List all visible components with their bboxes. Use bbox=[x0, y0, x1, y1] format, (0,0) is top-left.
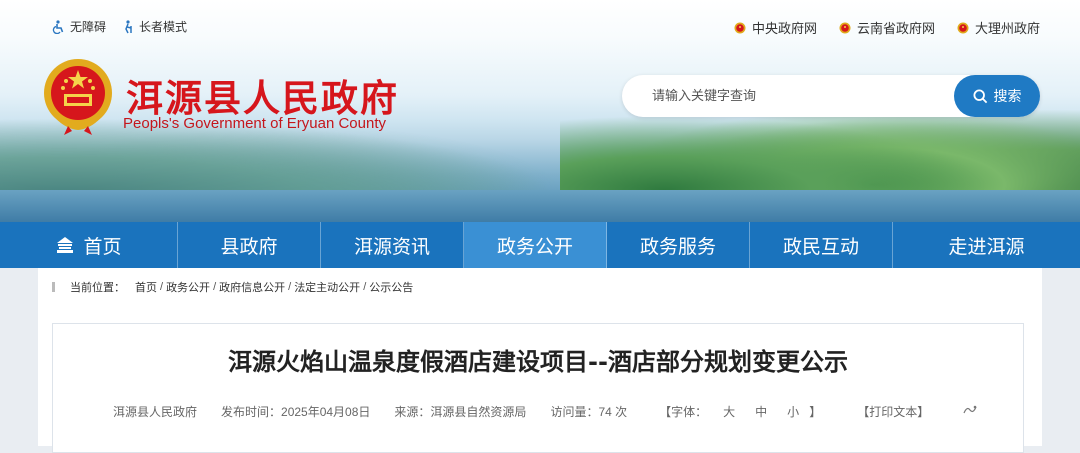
elder-mode-label: 长者模式 bbox=[139, 20, 188, 34]
breadcrumb: 当前位置： 首页 / 政务公开 / 政府信息公开 / 法定主动公开 / 公示公告 bbox=[38, 268, 1042, 306]
nav-item-label: 县政府 bbox=[220, 235, 278, 258]
gov-link-label: 云南省政府网 bbox=[856, 21, 935, 36]
site-header: 无障碍 长者模式 中央政府网 云南省政府网 大理州政府 洱源县人民政府 Peop… bbox=[0, 0, 1080, 222]
breadcrumb-separator: / bbox=[213, 281, 217, 293]
content-area: 洱源火焰山温泉度假酒店建设项目--酒店部分规划变更公示 洱源县人民政府 发布时间… bbox=[38, 306, 1042, 453]
article-title: 洱源火焰山温泉度假酒店建设项目--酒店部分规划变更公示 bbox=[228, 348, 848, 376]
elder-mode-link[interactable]: 长者模式 bbox=[122, 18, 187, 35]
breadcrumb-separator: / bbox=[288, 281, 292, 293]
nav-item-about-eryuan[interactable]: 走进洱源 bbox=[893, 222, 1080, 268]
article-meta: 洱源县人民政府 发布时间：2025年04月08日 来源：洱源县自然资源局 访问量… bbox=[113, 403, 977, 420]
emblem-icon bbox=[957, 22, 969, 33]
article-views: 访问量：74 次 bbox=[550, 405, 628, 419]
gov-link-label: 大理州政府 bbox=[974, 21, 1040, 36]
font-size-label: 【字体： bbox=[659, 405, 708, 419]
nav-item-label: 走进洱源 bbox=[948, 235, 1025, 258]
gov-link-dali[interactable]: 大理州政府 bbox=[957, 18, 1040, 37]
breadcrumb-label: 当前位置： bbox=[70, 282, 125, 294]
breadcrumb-item-home[interactable]: 首页 bbox=[135, 279, 157, 295]
nav-item-label: 政务公开 bbox=[496, 235, 573, 258]
home-icon bbox=[57, 237, 74, 253]
font-size-medium-button[interactable]: 中 bbox=[755, 403, 767, 420]
site-title[interactable]: 洱源县人民政府 bbox=[126, 68, 399, 122]
nav-item-eryuan-news[interactable]: 洱源资讯 bbox=[321, 222, 464, 268]
background-lake bbox=[0, 190, 1080, 222]
search-input[interactable] bbox=[652, 86, 952, 106]
font-size-close: 】 bbox=[809, 405, 822, 419]
main-navigation: 首页 县政府 洱源资讯 政务公开 政务服务 政民互动 走进洱源 bbox=[0, 222, 1080, 268]
gov-link-yunnan[interactable]: 云南省政府网 bbox=[839, 18, 935, 37]
accessibility-link[interactable]: 无障碍 bbox=[52, 18, 106, 35]
emblem-icon bbox=[839, 22, 851, 33]
article-publish-time: 发布时间：2025年04月08日 bbox=[221, 405, 371, 419]
nav-item-home[interactable]: 首页 bbox=[0, 222, 178, 268]
elder-mode-icon bbox=[125, 19, 132, 33]
search-icon bbox=[972, 88, 987, 103]
accessibility-links: 无障碍 长者模式 bbox=[52, 18, 187, 35]
font-size-small-button[interactable]: 小 bbox=[787, 403, 799, 420]
emblem-icon bbox=[734, 22, 746, 33]
accessibility-label: 无障碍 bbox=[70, 20, 107, 34]
accessibility-icon bbox=[52, 19, 64, 34]
search-box: 搜索 bbox=[622, 75, 1040, 117]
article-source-org: 洱源县人民政府 bbox=[113, 405, 198, 419]
gov-link-label: 中央政府网 bbox=[751, 21, 817, 36]
location-icon bbox=[52, 282, 55, 292]
search-button-label: 搜索 bbox=[993, 88, 1022, 104]
breadcrumb-separator: / bbox=[363, 281, 367, 293]
breadcrumb-item-information-disclosure[interactable]: 政府信息公开 bbox=[219, 279, 285, 295]
share-icon[interactable] bbox=[963, 405, 977, 415]
nav-item-label: 洱源资讯 bbox=[353, 235, 430, 258]
nav-item-label: 政民互动 bbox=[782, 235, 859, 258]
breadcrumb-separator: / bbox=[160, 281, 164, 293]
breadcrumb-item-announcements[interactable]: 公示公告 bbox=[369, 279, 413, 295]
breadcrumb-item-government-affairs[interactable]: 政务公开 bbox=[166, 279, 210, 295]
nav-item-label: 政务服务 bbox=[639, 235, 716, 258]
nav-item-label: 首页 bbox=[83, 235, 122, 258]
national-emblem-icon[interactable] bbox=[40, 56, 116, 136]
breadcrumb-item-statutory-disclosure[interactable]: 法定主动公开 bbox=[294, 279, 360, 295]
nav-item-public-interaction[interactable]: 政民互动 bbox=[750, 222, 893, 268]
nav-item-government-affairs-disclosure[interactable]: 政务公开 bbox=[464, 222, 607, 268]
print-button[interactable]: 【打印文本】 bbox=[857, 403, 929, 420]
font-size-large-button[interactable]: 大 bbox=[723, 403, 735, 420]
nav-item-government-services[interactable]: 政务服务 bbox=[607, 222, 750, 268]
nav-item-county-government[interactable]: 县政府 bbox=[178, 222, 321, 268]
site-title-english: Peopls's Government of Eryuan County bbox=[123, 115, 386, 132]
government-links: 中央政府网 云南省政府网 大理州政府 bbox=[734, 18, 1040, 37]
gov-link-central[interactable]: 中央政府网 bbox=[734, 18, 817, 37]
article-panel: 洱源火焰山温泉度假酒店建设项目--酒店部分规划变更公示 洱源县人民政府 发布时间… bbox=[52, 323, 1024, 453]
search-button[interactable]: 搜索 bbox=[954, 75, 1040, 117]
article-source: 来源：洱源县自然资源局 bbox=[394, 405, 527, 419]
